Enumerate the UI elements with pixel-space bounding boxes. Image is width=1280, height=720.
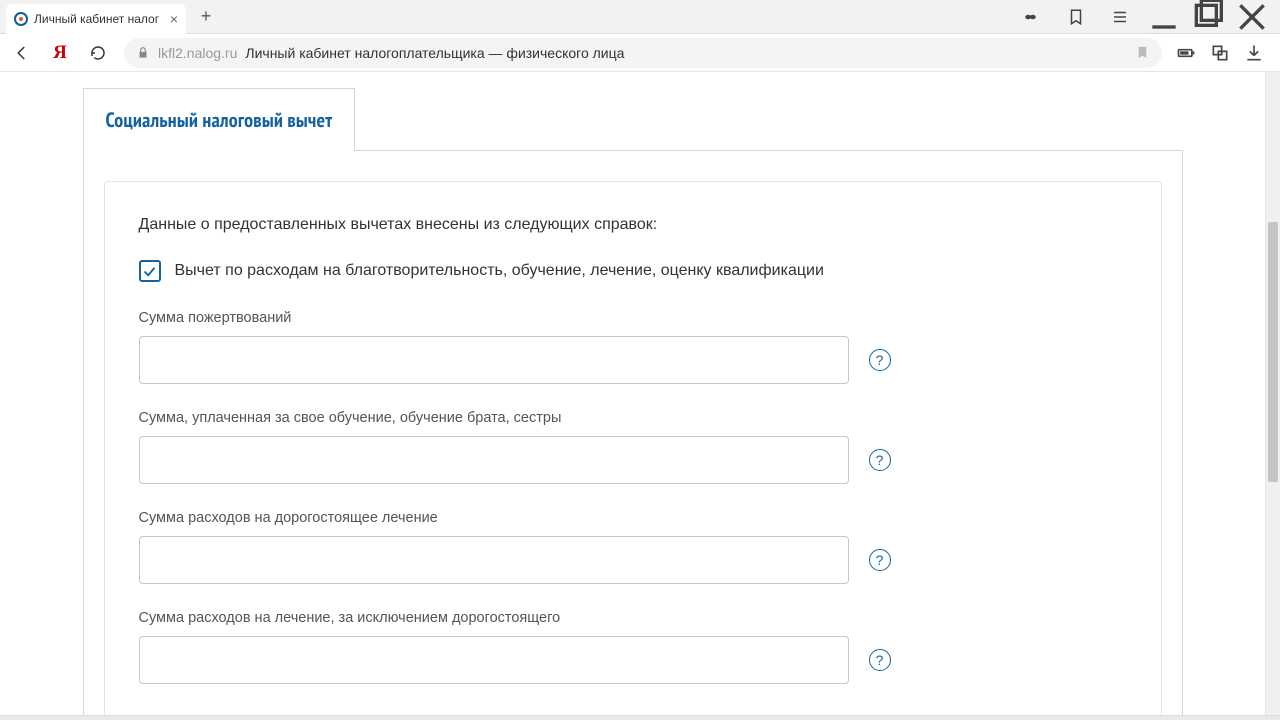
- url-domain: lkfl2.nalog.ru: [158, 45, 237, 61]
- download-icon[interactable]: [1244, 43, 1264, 63]
- field-label: Сумма расходов на лечение, за исключение…: [139, 610, 1127, 626]
- close-tab-icon[interactable]: ×: [170, 11, 178, 27]
- lock-icon: [136, 46, 150, 60]
- field-donations: Сумма пожертвований ?: [139, 310, 1127, 384]
- toolbar-right: [1176, 43, 1270, 63]
- donations-input[interactable]: [139, 336, 849, 384]
- back-button[interactable]: [10, 41, 34, 65]
- field-treatment: Сумма расходов на лечение, за исключение…: [139, 610, 1127, 684]
- education-input[interactable]: [139, 436, 849, 484]
- new-tab-button[interactable]: +: [192, 3, 220, 31]
- check-icon: [142, 264, 157, 279]
- bookmark-flag-icon[interactable]: [1056, 2, 1096, 32]
- address-bar: Я lkfl2.nalog.ru Личный кабинет налогопл…: [0, 34, 1280, 72]
- status-bar: [0, 715, 1280, 720]
- help-icon[interactable]: ?: [869, 649, 891, 671]
- tab-title: Личный кабинет налог: [34, 12, 164, 26]
- extensions-icon[interactable]: [1210, 43, 1230, 63]
- field-education: Сумма, уплаченная за свое обучение, обуч…: [139, 410, 1127, 484]
- main-panel: Данные о предоставленных вычетах внесены…: [83, 150, 1183, 720]
- url-box[interactable]: lkfl2.nalog.ru Личный кабинет налогоплат…: [124, 38, 1162, 68]
- window-controls: [1012, 2, 1280, 32]
- expensive-treatment-input[interactable]: [139, 536, 849, 584]
- help-icon[interactable]: ?: [869, 349, 891, 371]
- browser-tab[interactable]: Личный кабинет налог ×: [6, 4, 186, 34]
- help-icon[interactable]: ?: [869, 449, 891, 471]
- page-content: Социальный налоговый вычет Данные о пред…: [0, 72, 1265, 720]
- field-label: Сумма расходов на дорогостоящее лечение: [139, 510, 1127, 526]
- viewport: Социальный налоговый вычет Данные о пред…: [0, 72, 1280, 720]
- favicon-icon: [14, 12, 28, 26]
- maximize-button[interactable]: [1188, 2, 1228, 32]
- minimize-button[interactable]: [1144, 2, 1184, 32]
- field-label: Сумма пожертвований: [139, 310, 1127, 326]
- checkbox-row: Вычет по расходам на благотворительность…: [139, 260, 1127, 282]
- help-icon[interactable]: ?: [869, 549, 891, 571]
- treatment-input[interactable]: [139, 636, 849, 684]
- yandex-home-button[interactable]: Я: [48, 41, 72, 65]
- close-window-button[interactable]: [1232, 2, 1272, 32]
- reload-button[interactable]: [86, 41, 110, 65]
- menu-icon[interactable]: [1100, 2, 1140, 32]
- bookmark-icon[interactable]: [1135, 45, 1150, 60]
- browser-tab-strip: Личный кабинет налог × +: [0, 0, 1280, 34]
- scrollbar[interactable]: [1265, 72, 1280, 720]
- incognito-icon[interactable]: [1012, 2, 1052, 32]
- deduction-checkbox[interactable]: [139, 260, 161, 282]
- checkbox-label: Вычет по расходам на благотворительность…: [175, 262, 824, 280]
- intro-text: Данные о предоставленных вычетах внесены…: [139, 216, 1127, 234]
- tab-social-deduction[interactable]: Социальный налоговый вычет: [83, 88, 356, 151]
- field-expensive-treatment: Сумма расходов на дорогостоящее лечение …: [139, 510, 1127, 584]
- scrollbar-thumb[interactable]: [1268, 222, 1278, 482]
- deduction-card: Данные о предоставленных вычетах внесены…: [104, 181, 1162, 720]
- url-page-title: Личный кабинет налогоплательщика — физич…: [245, 45, 624, 61]
- field-label: Сумма, уплаченная за свое обучение, обуч…: [139, 410, 1127, 426]
- battery-icon[interactable]: [1176, 43, 1196, 63]
